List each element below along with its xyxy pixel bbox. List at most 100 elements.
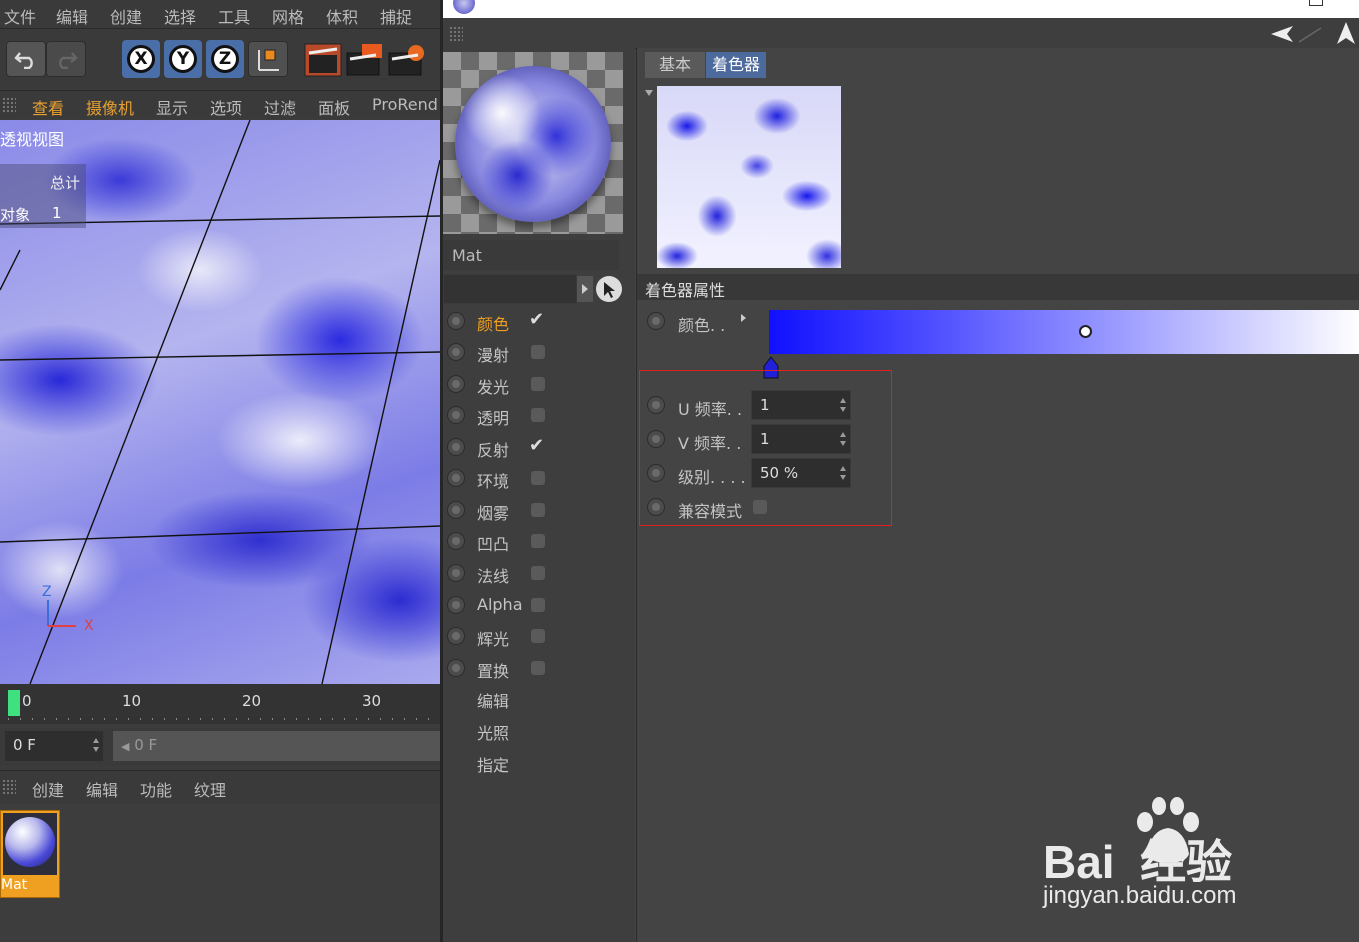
playhead-marker[interactable] [8, 690, 20, 716]
material-name-field[interactable]: Mat [443, 240, 619, 270]
channel-radio[interactable] [447, 596, 465, 614]
prop-radio[interactable] [647, 498, 665, 516]
render-settings-icon[interactable] [388, 43, 428, 77]
current-frame-field[interactable]: 0 F [4, 730, 104, 762]
channel-radio[interactable] [447, 501, 465, 519]
color-gradient-bar[interactable] [769, 310, 1359, 354]
menu-tools[interactable]: 工具 [218, 4, 250, 28]
expand-triangle-icon[interactable] [741, 314, 746, 322]
maximize-icon[interactable] [1309, 0, 1323, 6]
channel-luminance[interactable]: 发光 [443, 369, 633, 399]
material-thumbnail[interactable]: Mat [0, 810, 60, 898]
render-view-icon[interactable] [304, 43, 344, 77]
channel-radio[interactable] [447, 627, 465, 645]
y-axis-toggle[interactable]: Y [164, 40, 202, 78]
forward-arrow-icon[interactable] [1298, 27, 1322, 43]
vp-menu-panel[interactable]: 面板 [318, 95, 350, 119]
channel-radio[interactable] [447, 532, 465, 550]
expand-arrow-button[interactable] [577, 276, 593, 302]
channel-checkbox[interactable] [531, 471, 545, 485]
spinner-icon[interactable] [840, 466, 846, 480]
channel-displacement[interactable]: 置换 [443, 653, 633, 683]
vp-menu-camera[interactable]: 摄像机 [86, 95, 134, 119]
menu-file[interactable]: 文件 [4, 4, 36, 28]
prop-radio[interactable] [647, 430, 665, 448]
channel-checkbox[interactable] [531, 377, 545, 391]
channel-color[interactable]: 颜色 ✔ [443, 306, 633, 336]
tab-shader[interactable]: 着色器 [706, 52, 766, 78]
channel-environment[interactable]: 环境 [443, 463, 633, 493]
menu-select[interactable]: 选择 [164, 4, 196, 28]
level-field[interactable]: 50 % [751, 458, 851, 488]
checkmark-icon[interactable]: ✔ [529, 435, 544, 456]
vp-menu-display[interactable]: 显示 [156, 95, 188, 119]
coordinate-system-button[interactable] [248, 41, 288, 77]
channel-diffusion[interactable]: 漫射 [443, 337, 633, 367]
mat-menu-function[interactable]: 功能 [140, 777, 172, 801]
prop-radio[interactable] [647, 464, 665, 482]
collapse-triangle-icon[interactable] [645, 90, 653, 96]
prop-radio[interactable] [647, 396, 665, 414]
vp-menu-options[interactable]: 选项 [210, 95, 242, 119]
channel-transparency[interactable]: 透明 [443, 400, 633, 430]
vp-menu-filter[interactable]: 过滤 [264, 95, 296, 119]
menu-edit[interactable]: 编辑 [56, 4, 88, 28]
gradient-interpolation-knot[interactable] [1079, 325, 1092, 338]
prop-radio[interactable] [647, 312, 665, 330]
menu-volume[interactable]: 体积 [326, 4, 358, 28]
back-arrow-icon[interactable] [1271, 26, 1293, 42]
redo-button[interactable] [46, 41, 86, 77]
mat-menu-create[interactable]: 创建 [32, 777, 64, 801]
channel-radio[interactable] [447, 312, 465, 330]
spinner-icon[interactable] [93, 738, 99, 752]
channel-checkbox[interactable] [531, 566, 545, 580]
channel-alpha[interactable]: Alpha [443, 590, 633, 620]
render-picture-viewer-icon[interactable] [346, 43, 386, 77]
spinner-icon[interactable] [840, 432, 846, 446]
channel-glow[interactable]: 辉光 [443, 621, 633, 651]
channel-fog[interactable]: 烟雾 [443, 495, 633, 525]
channel-radio[interactable] [447, 438, 465, 456]
undo-button[interactable] [6, 41, 46, 77]
x-axis-toggle[interactable]: X [122, 40, 160, 78]
channel-checkbox[interactable] [531, 345, 545, 359]
channel-reflectance[interactable]: 反射 ✔ [443, 432, 633, 462]
menu-create[interactable]: 创建 [110, 4, 142, 28]
v-frequency-field[interactable]: 1 [751, 424, 851, 454]
perspective-viewport[interactable]: 透视视图 总计 对象 1 Z X [0, 120, 440, 684]
channel-checkbox[interactable] [531, 661, 545, 675]
channel-radio[interactable] [447, 375, 465, 393]
spinner-icon[interactable] [840, 398, 846, 412]
channel-bump[interactable]: 凹凸 [443, 526, 633, 556]
channel-checkbox[interactable] [531, 629, 545, 643]
channel-checkbox[interactable] [531, 598, 545, 612]
menu-snap[interactable]: 捕捉 [380, 4, 412, 28]
editor-item-illumination[interactable]: 光照 [477, 720, 509, 744]
channel-radio[interactable] [447, 564, 465, 582]
mat-menu-texture[interactable]: 纹理 [194, 777, 226, 801]
channel-checkbox[interactable] [531, 408, 545, 422]
pointer-button[interactable] [596, 276, 622, 302]
editor-item-edit[interactable]: 编辑 [477, 688, 509, 712]
vp-menu-prorender[interactable]: ProRend [372, 95, 438, 114]
checkmark-icon[interactable]: ✔ [529, 309, 544, 330]
menu-mesh[interactable]: 网格 [272, 4, 304, 28]
tab-basic[interactable]: 基本 [645, 52, 705, 78]
channel-radio[interactable] [447, 343, 465, 361]
channel-normal[interactable]: 法线 [443, 558, 633, 588]
frame-range-slider[interactable]: ◀ 0 F [112, 730, 442, 762]
channel-checkbox[interactable] [531, 534, 545, 548]
editor-item-assign[interactable]: 指定 [477, 752, 509, 776]
z-axis-toggle[interactable]: Z [206, 40, 244, 78]
compat-mode-checkbox[interactable] [753, 500, 767, 514]
channel-radio[interactable] [447, 659, 465, 677]
channel-checkbox[interactable] [531, 503, 545, 517]
u-frequency-field[interactable]: 1 [751, 390, 851, 420]
search-field[interactable] [443, 274, 577, 304]
mat-menu-edit[interactable]: 编辑 [86, 777, 118, 801]
up-arrow-icon[interactable] [1335, 20, 1357, 46]
vp-menu-view[interactable]: 查看 [32, 95, 64, 119]
channel-radio[interactable] [447, 469, 465, 487]
timeline-ruler[interactable]: 0 10 20 30 [0, 684, 440, 724]
channel-radio[interactable] [447, 406, 465, 424]
